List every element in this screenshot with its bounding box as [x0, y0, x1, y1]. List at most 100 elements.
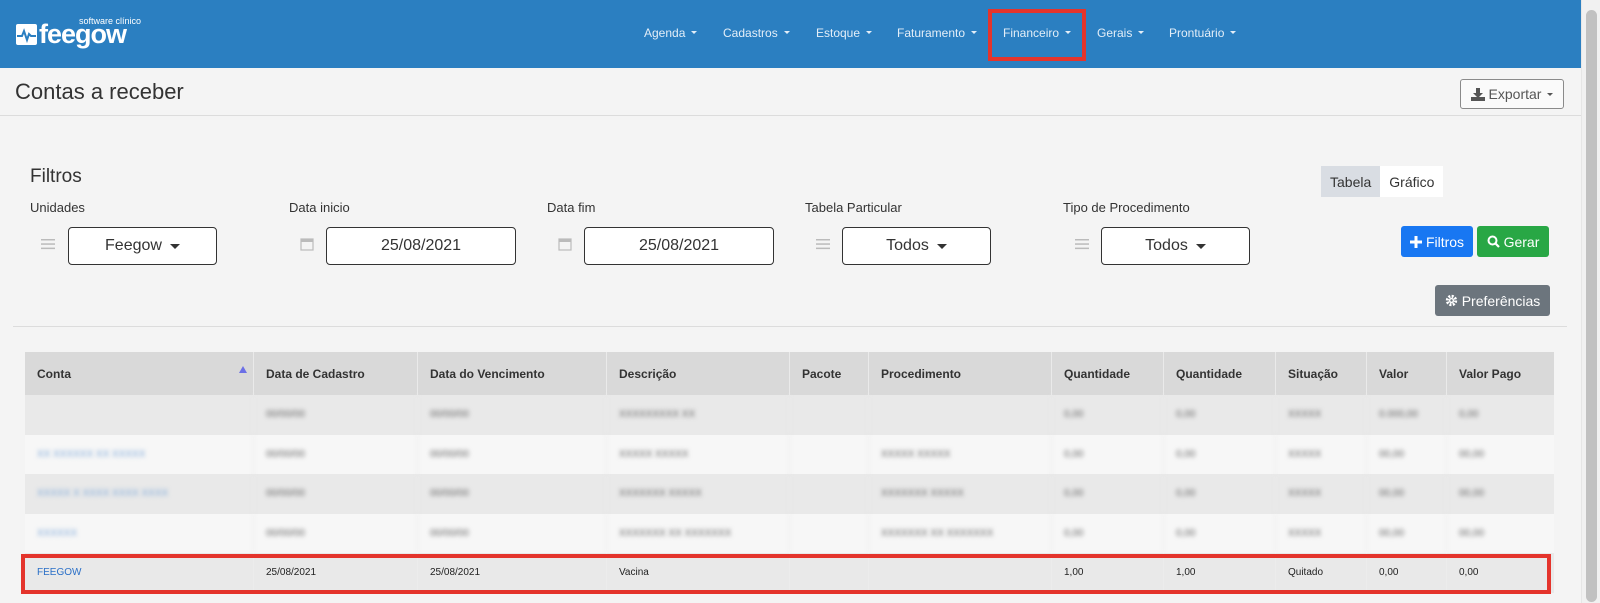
cell-data-vencimento: 00/00/00 [418, 513, 607, 553]
data-fim-field[interactable]: 25/08/2021 [584, 227, 774, 265]
nav-item-agenda[interactable]: Agenda [644, 26, 698, 40]
financeiro-highlight-box [988, 9, 1086, 61]
cell-data-cadastro: 00/00/00 [254, 434, 418, 474]
preferencias-button[interactable]: Preferências [1435, 285, 1550, 316]
column-header-quantidade[interactable]: Quantidade [1052, 352, 1164, 395]
nav-item-cadastros[interactable]: Cadastros [723, 26, 790, 40]
nav-item-estoque[interactable]: Estoque [816, 26, 873, 40]
column-header-descricao[interactable]: Descrição [607, 352, 790, 395]
column-header-data-vencimento[interactable]: Data do Vencimento [418, 352, 607, 395]
table-row[interactable]: XXXXX X XXXX XXXX XXXX 00/00/00 00/00/00… [25, 474, 1554, 514]
column-label: Descrição [619, 366, 677, 381]
nav-item-faturamento[interactable]: Faturamento [897, 26, 978, 40]
cell-data-cadastro: 00/00/00 [254, 513, 418, 553]
cell-valor-pago: 00,00 [1459, 488, 1485, 500]
table-row[interactable]: 00/00/00 00/00/00 XXXXXXXXX XX 0,00 0,00… [25, 395, 1554, 435]
nav-label: Faturamento [897, 26, 966, 40]
tab-grafico[interactable]: Gráfico [1380, 166, 1444, 197]
cell-valor-pago: 0,00 [1459, 409, 1479, 421]
cell-data-vencimento: 00/00/00 [418, 395, 607, 435]
column-header-conta[interactable]: Conta [25, 352, 254, 395]
cell-valor: 00,00 [1367, 513, 1447, 553]
column-header-situacao[interactable]: Situação [1276, 352, 1367, 395]
cell-procedimento: XXXXXXX XX XXXXXXX [869, 513, 1052, 553]
filtros-label: Filtros [1425, 233, 1465, 250]
contas-table: Conta Data de Cadastro Data do Venciment… [25, 352, 1554, 593]
column-label: Situação [1288, 366, 1339, 381]
caret-down-icon [866, 31, 873, 34]
cell-valor-pago: 0,00 [1459, 567, 1479, 579]
cell-data-vencimento: 25/08/2021 [418, 553, 607, 593]
cell-descricao: XXXXXXX XXXXX [607, 474, 790, 514]
nav-item-prontuario[interactable]: Prontuário [1169, 26, 1237, 40]
nav-label: Gerais [1097, 26, 1133, 40]
table-row[interactable]: XXXXXX 00/00/00 00/00/00 XXXXXXX XX XXXX… [25, 513, 1554, 553]
cell-quantidade-2: 0,00 [1164, 395, 1276, 435]
export-button[interactable]: Exportar [1460, 79, 1564, 109]
scrollbar-thumb[interactable] [1586, 10, 1597, 602]
column-header-valor-pago[interactable]: Valor Pago [1447, 352, 1554, 395]
cell-quantidade: 0,00 [1052, 474, 1164, 514]
cell-valor: 00,00 [1367, 474, 1447, 514]
nav-label: Cadastros [723, 26, 778, 40]
cell-conta[interactable] [25, 395, 254, 435]
cell-descricao: XXXXXXX XX XXXXXXX [607, 513, 790, 553]
cell-pacote [790, 395, 869, 435]
tipo-procedimento-label: Tipo de Procedimento [1063, 200, 1190, 215]
export-label: Exportar [1488, 86, 1542, 102]
gerar-label: Gerar [1503, 233, 1540, 250]
cell-valor: 0,00 [1367, 553, 1447, 593]
cell-conta[interactable]: XX XXXXXX XX XXXXX [25, 434, 254, 474]
column-label: Conta [37, 366, 71, 381]
column-label: Pacote [802, 366, 842, 381]
cell-pacote [790, 474, 869, 514]
sort-ascending-icon[interactable] [239, 366, 247, 373]
page-scrollbar[interactable] [1581, 0, 1600, 603]
table-row[interactable]: XX XXXXXX XX XXXXX 00/00/00 00/00/00 XXX… [25, 434, 1554, 474]
nav-label: Estoque [816, 26, 861, 40]
cell-conta[interactable]: XXXXX X XXXX XXXX XXXX [25, 474, 254, 514]
tabela-particular-select[interactable]: Todos [842, 227, 991, 265]
cell-conta[interactable]: FEEGOW [25, 553, 254, 593]
column-header-pacote[interactable]: Pacote [790, 352, 869, 395]
caret-down-icon [1230, 31, 1237, 34]
column-header-procedimento[interactable]: Procedimento [869, 352, 1052, 395]
table-row-feegow[interactable]: FEEGOW 25/08/2021 25/08/2021 Vacina 1,00… [25, 553, 1554, 593]
column-header-valor[interactable]: Valor [1367, 352, 1447, 395]
column-header-quantidade-2[interactable]: Quantidade [1164, 352, 1276, 395]
calendar-icon [300, 238, 314, 251]
column-label: Quantidade [1176, 366, 1243, 381]
column-label: Quantidade [1064, 366, 1131, 381]
column-header-data-cadastro[interactable]: Data de Cadastro [254, 352, 418, 395]
unidades-label: Unidades [30, 200, 85, 215]
data-inicio-value: 25/08/2021 [380, 237, 462, 254]
gerar-button[interactable]: Gerar [1477, 226, 1549, 257]
tipo-procedimento-select[interactable]: Todos [1101, 227, 1250, 265]
calendar-icon [558, 238, 572, 251]
filtros-button[interactable]: Filtros [1401, 226, 1473, 257]
cell-descricao: XXXXXXXXX XX [607, 395, 790, 435]
column-label: Procedimento [881, 366, 962, 381]
nav-item-gerais[interactable]: Gerais [1097, 26, 1145, 40]
unidades-select[interactable]: Feegow [68, 227, 217, 265]
page-header: Contas a receber Exportar [0, 68, 1581, 116]
cell-procedimento [869, 553, 1052, 593]
page-title: Contas a receber [15, 79, 184, 104]
plus-icon [1409, 235, 1422, 248]
list-icon [816, 239, 830, 250]
data-inicio-field[interactable]: 25/08/2021 [326, 227, 516, 265]
caret-down-icon [1138, 31, 1145, 34]
top-navbar: software clínico feegow Agenda Cadastros… [0, 0, 1581, 68]
tab-tabela[interactable]: Tabela [1321, 166, 1381, 197]
cell-quantidade-2: 0,00 [1164, 474, 1276, 514]
data-inicio-label: Data inicio [289, 200, 350, 215]
list-icon [1075, 239, 1089, 250]
cell-situacao: XXXXX [1276, 513, 1367, 553]
cell-valor: 00,00 [1367, 434, 1447, 474]
cell-conta[interactable]: XXXXXX [25, 513, 254, 553]
brand-tagline: software clínico [79, 16, 142, 26]
cell-descricao: Vacina [607, 553, 790, 593]
nav-label: Agenda [644, 26, 686, 40]
cell-quantidade-2: 1,00 [1164, 553, 1276, 593]
brand-logo[interactable]: software clínico feegow [16, 16, 141, 51]
